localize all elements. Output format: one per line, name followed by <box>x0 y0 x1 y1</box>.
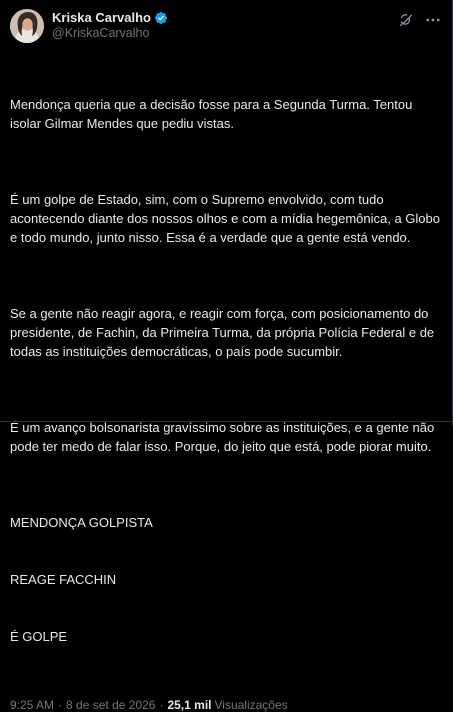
tweet-paragraph: É um golpe de Estado, sim, com o Supremo… <box>10 192 444 245</box>
more-options-icon[interactable] <box>424 11 442 29</box>
display-name[interactable]: Kriska Carvalho <box>52 10 151 25</box>
meta-separator: · <box>58 698 63 712</box>
avatar[interactable] <box>10 9 44 43</box>
tweet-card: Kriska Carvalho @KriskaCarvalho Mendonça… <box>0 0 453 712</box>
divider <box>0 421 452 422</box>
tweet-caps-line: MENDONÇA GOLPISTA <box>10 515 153 530</box>
tweet-paragraph: É um avanço bolsonarista gravíssimo sobr… <box>10 420 438 454</box>
verified-badge-icon <box>154 11 168 25</box>
tweet-date[interactable]: 8 de set de 2026 <box>66 698 155 712</box>
header-actions <box>397 8 442 29</box>
tweet-meta: 9:25 AM · 8 de set de 2026 · 25,1 mil Vi… <box>10 698 442 712</box>
name-row: Kriska Carvalho <box>52 10 168 25</box>
author-names: Kriska Carvalho @KriskaCarvalho <box>52 8 168 41</box>
views-label: Visualizações <box>214 698 288 712</box>
views-count: 25,1 mil <box>167 698 212 712</box>
handle[interactable]: @KriskaCarvalho <box>52 26 168 41</box>
meta-separator: · <box>159 698 164 712</box>
tweet-paragraph: Mendonça queria que a decisão fosse para… <box>10 97 416 131</box>
tweet-time[interactable]: 9:25 AM <box>10 698 54 712</box>
tweet-caps-line: REAGE FACCHIN <box>10 572 117 587</box>
tweet-text: Mendonça queria que a decisão fosse para… <box>10 57 442 684</box>
tweet-header: Kriska Carvalho @KriskaCarvalho <box>10 8 442 44</box>
tweet-caps-line: É GOLPE <box>10 629 68 644</box>
tweet-paragraph: Se a gente não reagir agora, e reagir co… <box>10 306 438 359</box>
grok-icon[interactable] <box>397 11 415 29</box>
